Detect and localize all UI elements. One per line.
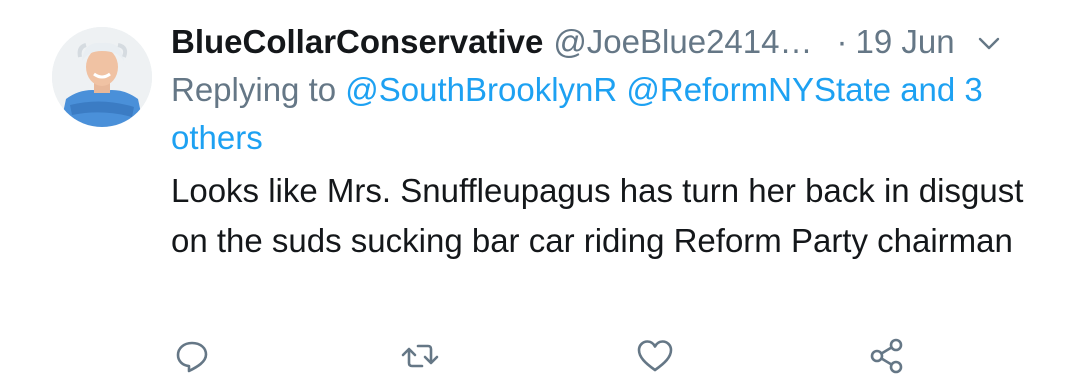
separator-dot: ·: [836, 23, 848, 60]
replying-prefix: Replying to: [171, 71, 337, 108]
reply-button[interactable]: [172, 336, 212, 376]
tweet-header: BlueCollarConservative @JoeBlue2414… · 1…: [171, 18, 1051, 66]
tweet[interactable]: BlueCollarConservative @JoeBlue2414… · 1…: [0, 0, 1071, 392]
avatar[interactable]: [52, 27, 152, 127]
user-handle[interactable]: @JoeBlue2414…: [553, 18, 812, 66]
mention-link[interactable]: @ReformNYState: [626, 71, 891, 108]
retweet-icon: [401, 344, 439, 368]
mention-link[interactable]: @SouthBrooklynR: [345, 71, 617, 108]
share-icon: [870, 338, 903, 374]
chevron-down-icon[interactable]: [977, 21, 1001, 69]
reply-icon: [176, 341, 208, 373]
share-button[interactable]: [867, 336, 907, 376]
replying-to: Replying to @SouthBrooklynR @ReformNYSta…: [171, 66, 1051, 162]
retweet-button[interactable]: [400, 336, 440, 376]
like-button[interactable]: [635, 336, 675, 376]
tweet-date[interactable]: 19 Jun: [855, 18, 954, 66]
tweet-content: BlueCollarConservative @JoeBlue2414… · 1…: [171, 18, 1051, 266]
heart-icon: [637, 340, 673, 372]
avatar-image: [52, 27, 152, 127]
display-name[interactable]: BlueCollarConservative: [171, 18, 543, 66]
tweet-text: Looks like Mrs. Snuffleupagus has turn h…: [171, 172, 1024, 259]
